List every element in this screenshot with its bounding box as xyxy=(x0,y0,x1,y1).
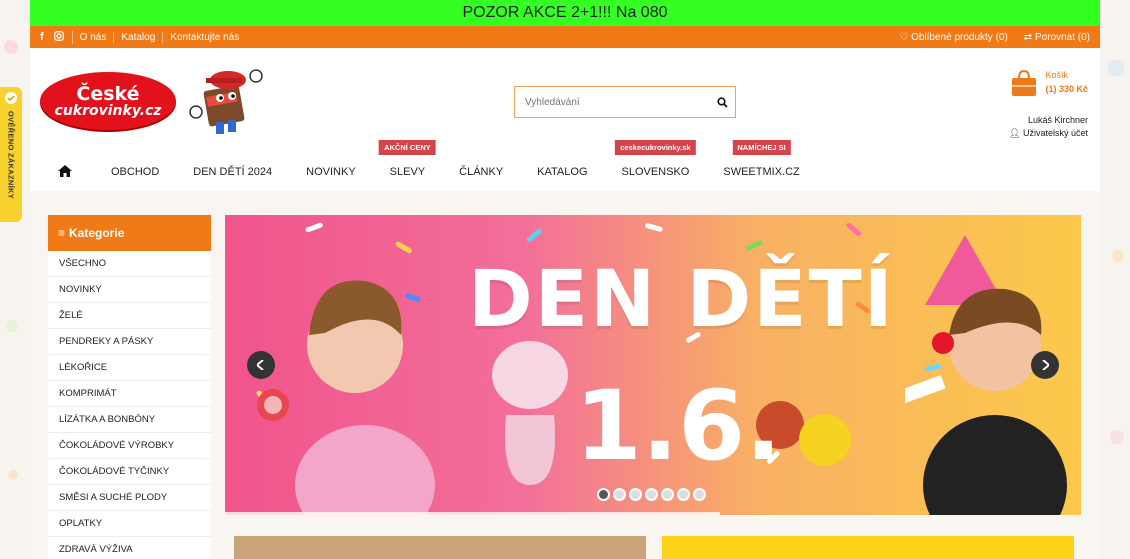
user-icon: 👤︎ xyxy=(1009,128,1021,138)
category-sidebar: ≡ Kategorie VŠECHNO NOVINKY ŽELÉ PENDREK… xyxy=(48,215,211,559)
category-item[interactable]: LÉKOŘICE xyxy=(48,355,211,381)
category-header[interactable]: ≡ Kategorie xyxy=(48,215,211,251)
carousel-next-button[interactable] xyxy=(1031,351,1059,379)
favorites-link[interactable]: ♡ Oblíbené produkty (0) xyxy=(899,32,1007,43)
verified-label: OVĚŘENO ZÁKAZNÍKY xyxy=(6,111,16,200)
category-item[interactable]: SMĚSI A SUCHÉ PLODY xyxy=(48,485,211,511)
carousel-dot[interactable] xyxy=(613,488,626,501)
category-item[interactable]: ČOKOLÁDOVÉ TYČINKY xyxy=(48,459,211,485)
logo-line1: České xyxy=(76,82,140,105)
carousel-dots xyxy=(597,488,706,501)
nav-item-slovakia-label: SLOVENSKO xyxy=(621,166,690,178)
search-input[interactable] xyxy=(515,87,709,117)
header: České cukrovinky.cz Vyhledávání Košík (1… xyxy=(30,48,1100,153)
banner-date: 1.6. xyxy=(575,370,782,482)
nav-item-slovakia[interactable]: ceskecukrovinky.sk SLOVENSKO xyxy=(605,140,707,178)
carousel-dot[interactable] xyxy=(597,488,610,501)
user-info: Lukáš Kirchner 👤︎ Uživatelský účet xyxy=(1009,114,1088,140)
compare-link[interactable]: ⇄ Porovnat (0) xyxy=(1024,32,1090,43)
instagram-icon[interactable] xyxy=(53,30,64,44)
category-item[interactable]: NOVINKY xyxy=(48,277,211,303)
category-list: VŠECHNO NOVINKY ŽELÉ PENDREKY A PÁSKY LÉ… xyxy=(48,251,211,559)
background-candy xyxy=(1112,250,1124,262)
carousel-dot[interactable] xyxy=(645,488,658,501)
shopping-bag-icon xyxy=(1012,69,1037,96)
top-right-links: ♡ Oblíbené produkty (0) ⇄ Porovnat (0) xyxy=(899,32,1090,43)
promo-bar[interactable]: POZOR AKCE 2+1!!! Na 080 xyxy=(30,0,1100,26)
cart-summary: (1) 330 Kč xyxy=(1045,84,1088,94)
top-bar: f O nás Katalog Kontaktujte nás ♡ Oblíbe… xyxy=(30,26,1100,48)
category-item[interactable]: ČOKOLÁDOVÉ VÝROBKY xyxy=(48,433,211,459)
compare-label: Porovnat (0) xyxy=(1034,31,1090,43)
home-icon[interactable] xyxy=(30,164,94,180)
category-item[interactable]: VŠECHNO xyxy=(48,251,211,277)
favorites-label: Oblíbené produkty (0) xyxy=(911,31,1008,43)
category-item[interactable]: ŽELÉ xyxy=(48,303,211,329)
nav-item-sales-label: SLEVY xyxy=(389,166,426,178)
category-item[interactable]: LÍZÁTKA A BONBÓNY xyxy=(48,407,211,433)
sweetmix-badge: NAMÍCHEJ SI xyxy=(732,140,791,155)
banner-title: DEN DĚTÍ xyxy=(468,255,895,345)
carousel-progress xyxy=(225,512,720,515)
site-logo[interactable]: České cukrovinky.cz xyxy=(40,72,176,130)
verified-icon xyxy=(5,92,17,104)
page-wrapper: POZOR AKCE 2+1!!! Na 080 f O nás Katalog… xyxy=(30,0,1100,559)
top-links: O nás Katalog Kontaktujte nás xyxy=(73,31,247,43)
marshmallow-candy xyxy=(492,341,568,485)
account-label: Uživatelský účet xyxy=(1022,128,1088,138)
category-title: Kategorie xyxy=(69,226,125,240)
promo-tile-left[interactable] xyxy=(234,536,646,559)
user-name: Lukáš Kirchner xyxy=(1027,115,1088,125)
girl-illustration xyxy=(257,280,435,515)
cart[interactable]: Košík (1) 330 Kč xyxy=(1009,68,1088,98)
nav-item-articles[interactable]: ČLÁNKY xyxy=(442,166,520,178)
link-contact[interactable]: Kontaktujte nás xyxy=(163,32,246,43)
verified-badge[interactable]: OVĚŘENO ZÁKAZNÍKY xyxy=(0,87,22,222)
promo-tile-right[interactable] xyxy=(662,536,1074,559)
background-candy xyxy=(4,40,18,54)
cart-label: Košík xyxy=(1045,70,1068,80)
hamburger-icon: ≡ xyxy=(58,226,66,240)
search-icon[interactable] xyxy=(709,87,735,117)
logo-line2: cukrovinky.cz xyxy=(54,102,162,119)
carousel-dot[interactable] xyxy=(693,488,706,501)
main-content: ≡ Kategorie VŠECHNO NOVINKY ŽELÉ PENDREK… xyxy=(30,191,1100,559)
category-item[interactable]: ZDRAVÁ VÝŽIVA xyxy=(48,537,211,559)
nav-item-childrens-day[interactable]: DEN DĚTÍ 2024 xyxy=(176,166,289,178)
main-nav: OBCHOD DEN DĚTÍ 2024 NOVINKY AKČNÍ CENY … xyxy=(30,140,1100,191)
account-link[interactable]: 👤︎ Uživatelský účet xyxy=(1009,127,1088,140)
nav-item-sales[interactable]: AKČNÍ CENY SLEVY xyxy=(373,140,442,178)
facebook-icon[interactable]: f xyxy=(40,31,44,43)
social-links: f xyxy=(40,30,73,44)
category-item[interactable]: KOMPRIMÁT xyxy=(48,381,211,407)
background-candy xyxy=(1108,60,1124,76)
carousel-dot[interactable] xyxy=(629,488,642,501)
heart-icon: ♡ xyxy=(899,31,909,43)
nav-item-sweetmix-label: SWEETMIX.CZ xyxy=(723,166,800,178)
nav-item-news[interactable]: NOVINKY xyxy=(289,166,373,178)
carousel-dot[interactable] xyxy=(677,488,690,501)
background-candy xyxy=(6,320,18,332)
carousel-dot[interactable] xyxy=(661,488,674,501)
search-box xyxy=(514,86,736,118)
background-candy xyxy=(1110,430,1124,444)
carousel-prev-button[interactable] xyxy=(247,351,275,379)
hero-banner[interactable]: DEN DĚTÍ 1.6. xyxy=(225,215,1081,515)
category-item[interactable]: OPLATKY xyxy=(48,511,211,537)
category-item[interactable]: PENDREKY A PÁSKY xyxy=(48,329,211,355)
shuffle-icon: ⇄ xyxy=(1023,31,1033,43)
cart-text: Košík (1) 330 Kč xyxy=(1045,68,1088,96)
nav-item-shop[interactable]: OBCHOD xyxy=(94,166,176,178)
sales-badge: AKČNÍ CENY xyxy=(379,140,436,155)
link-catalog[interactable]: Katalog xyxy=(114,31,164,43)
nav-item-sweetmix[interactable]: NAMÍCHEJ SI SWEETMIX.CZ xyxy=(706,140,816,178)
nav-item-catalog[interactable]: KATALOG xyxy=(520,166,604,178)
slovakia-badge: ceskecukrovinky.sk xyxy=(615,140,696,155)
background-candy xyxy=(8,470,18,480)
mascot-illustration xyxy=(189,69,263,134)
link-about[interactable]: O nás xyxy=(73,31,115,43)
